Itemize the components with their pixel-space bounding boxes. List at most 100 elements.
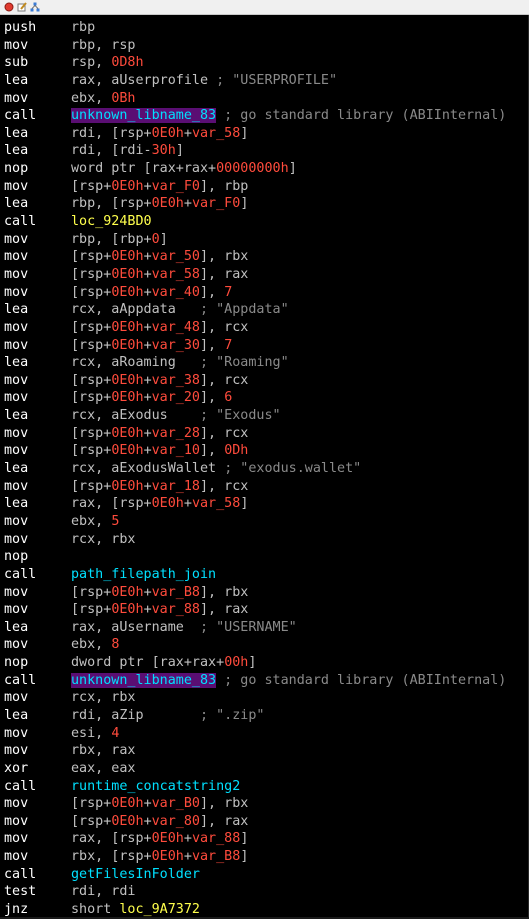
- operand-text: rbp: [71, 20, 96, 35]
- instruction-line[interactable]: call loc_924BD0: [4, 213, 528, 231]
- numeric-constant: 0E0h: [111, 796, 144, 812]
- mnemonic: call: [4, 866, 37, 882]
- function-name-link[interactable]: unknown_libname_83: [71, 108, 217, 124]
- numeric-constant: var_F0: [151, 178, 200, 194]
- comment-text: ; "Appdata": [200, 302, 289, 318]
- numeric-constant: 0E0h: [111, 813, 144, 829]
- instruction-line[interactable]: mov [rsp+0E0h+var_18], rcx: [4, 478, 528, 496]
- instruction-line[interactable]: mov [rsp+0E0h+var_F0], rbp: [4, 178, 528, 196]
- numeric-constant: var_18: [151, 478, 200, 494]
- numeric-constant: 0E0h: [111, 178, 144, 194]
- instruction-line[interactable]: lea rax, aUsername ; "USERNAME": [4, 619, 528, 637]
- mnemonic: mov: [4, 690, 29, 706]
- graph-icon[interactable]: [30, 2, 40, 12]
- instruction-line[interactable]: lea rbp, [rsp+0E0h+var_F0]: [4, 195, 528, 213]
- instruction-line[interactable]: mov [rsp+0E0h+var_B8], rbx: [4, 584, 528, 602]
- instruction-line[interactable]: mov [rsp+0E0h+var_88], rax: [4, 601, 528, 619]
- instruction-line[interactable]: lea rdi, [rdi-30h]: [4, 142, 528, 160]
- instruction-line[interactable]: mov [rsp+0E0h+var_50], rbx: [4, 248, 528, 266]
- instruction-line[interactable]: mov [rsp+0E0h+var_58], rax: [4, 266, 528, 284]
- instruction-line[interactable]: mov [rsp+0E0h+var_B0], rbx: [4, 795, 528, 813]
- pencil-edit-icon[interactable]: [17, 2, 27, 12]
- instruction-line[interactable]: mov rbp, rsp: [4, 37, 528, 55]
- instruction-line[interactable]: mov rbx, [rsp+0E0h+var_B8]: [4, 848, 528, 866]
- instruction-line[interactable]: nop: [4, 548, 528, 566]
- numeric-constant: 0E0h: [151, 849, 184, 865]
- operand-text: ], rax: [200, 813, 249, 829]
- instruction-line[interactable]: mov ebx, 5: [4, 513, 528, 531]
- operand-text: [rsp+: [71, 813, 112, 829]
- instruction-line[interactable]: mov [rsp+0E0h+var_28], rcx: [4, 425, 528, 443]
- operand-text: ]: [240, 496, 249, 512]
- instruction-line[interactable]: call unknown_libname_83 ; go standard lib…: [4, 107, 528, 125]
- comment-text: ; go standard library (ABIInternal): [216, 108, 507, 124]
- instruction-line[interactable]: lea rdi, [rsp+0E0h+var_58]: [4, 125, 528, 143]
- comment-text: ; "Roaming": [200, 355, 289, 371]
- operand-text: +: [183, 849, 192, 865]
- instruction-line[interactable]: lea rax, [rsp+0E0h+var_58]: [4, 495, 528, 513]
- instruction-line[interactable]: mov rcx, rbx: [4, 531, 528, 549]
- instruction-line[interactable]: mov rbx, rax: [4, 742, 528, 760]
- instruction-line[interactable]: mov ebx, 8: [4, 636, 528, 654]
- instruction-line[interactable]: call getFilesInFolder: [4, 866, 528, 884]
- instruction-line[interactable]: lea rcx, aExodusWallet ; "exodus.wallet": [4, 460, 528, 478]
- code-label-link[interactable]: loc_9A7372: [119, 902, 200, 917]
- operand-text: rsp,: [71, 55, 112, 71]
- operand-text: rcx, rbx: [71, 531, 136, 547]
- operand-text: ]: [159, 231, 168, 247]
- code-label-link[interactable]: loc_924BD0: [71, 214, 152, 229]
- instruction-line[interactable]: mov rbp, [rbp+0]: [4, 231, 528, 249]
- operand-text: +: [183, 125, 192, 141]
- comment-text: ; "USERNAME": [200, 619, 297, 635]
- mnemonic: mov: [4, 266, 29, 282]
- instruction-line[interactable]: mov [rsp+0E0h+var_48], rcx: [4, 319, 528, 337]
- instruction-line[interactable]: call path_filepath_join: [4, 566, 528, 584]
- instruction-line[interactable]: mov [rsp+0E0h+var_80], rax: [4, 813, 528, 831]
- instruction-line[interactable]: lea rcx, aRoaming ; "Roaming": [4, 354, 528, 372]
- function-name-link[interactable]: unknown_libname_83: [71, 672, 217, 688]
- instruction-line[interactable]: test rdi, rdi: [4, 883, 528, 901]
- mnemonic: mov: [4, 725, 29, 741]
- numeric-constant: 6: [224, 390, 233, 406]
- operand-text: ], rbx: [200, 249, 249, 265]
- instruction-line[interactable]: mov [rsp+0E0h+var_38], rcx: [4, 372, 528, 390]
- operand-text: [rsp+: [71, 372, 112, 388]
- instruction-line[interactable]: mov rcx, rbx: [4, 689, 528, 707]
- numeric-constant: 0E0h: [111, 390, 144, 406]
- instruction-line[interactable]: xor eax, eax: [4, 760, 528, 778]
- instruction-line[interactable]: lea rdi, aZip ; ".zip": [4, 707, 528, 725]
- function-name-link[interactable]: runtime_concatstring2: [71, 779, 240, 794]
- instruction-line[interactable]: mov [rsp+0E0h+var_40], 7: [4, 284, 528, 302]
- numeric-constant: var_B8: [191, 849, 241, 865]
- mnemonic: mov: [4, 425, 29, 441]
- instruction-line[interactable]: lea rax, aUserprofile ; "USERPROFILE": [4, 72, 528, 90]
- instruction-line[interactable]: push rbp: [4, 19, 528, 37]
- instruction-line[interactable]: nop word ptr [rax+rax+00000000h]: [4, 160, 528, 178]
- instruction-line[interactable]: lea rcx, aAppdata ; "Appdata": [4, 301, 528, 319]
- node-titlebar: [0, 0, 529, 15]
- instruction-line[interactable]: sub rsp, 0D8h: [4, 54, 528, 72]
- mnemonic: lea: [4, 619, 29, 635]
- instruction-line[interactable]: mov esi, 4: [4, 725, 528, 743]
- operand-text: +: [143, 390, 152, 406]
- instruction-line[interactable]: call runtime_concatstring2: [4, 778, 528, 796]
- mnemonic: call: [4, 214, 37, 230]
- instruction-line[interactable]: mov ebx, 0Bh: [4, 90, 528, 108]
- mnemonic: mov: [4, 743, 29, 759]
- function-name-link[interactable]: path_filepath_join: [71, 567, 216, 582]
- function-name-link[interactable]: getFilesInFolder: [71, 867, 200, 882]
- numeric-constant: 0E0h: [111, 478, 144, 494]
- red-circle-icon[interactable]: [4, 2, 14, 12]
- numeric-constant: 4: [111, 725, 120, 741]
- instruction-line[interactable]: mov [rsp+0E0h+var_20], 6: [4, 389, 528, 407]
- operand-text: ]: [288, 161, 297, 177]
- instruction-line[interactable]: mov rax, [rsp+0E0h+var_88]: [4, 830, 528, 848]
- instruction-line[interactable]: nop dword ptr [rax+rax+00h]: [4, 654, 528, 672]
- instruction-line[interactable]: mov [rsp+0E0h+var_10], 0Dh: [4, 442, 528, 460]
- instruction-line[interactable]: mov [rsp+0E0h+var_30], 7: [4, 337, 528, 355]
- instruction-line[interactable]: lea rcx, aExodus ; "Exodus": [4, 407, 528, 425]
- mnemonic: mov: [4, 372, 29, 388]
- operand-text: +: [183, 831, 192, 847]
- instruction-line[interactable]: call unknown_libname_83 ; go standard lib…: [4, 672, 528, 690]
- numeric-constant: 0E0h: [151, 496, 184, 512]
